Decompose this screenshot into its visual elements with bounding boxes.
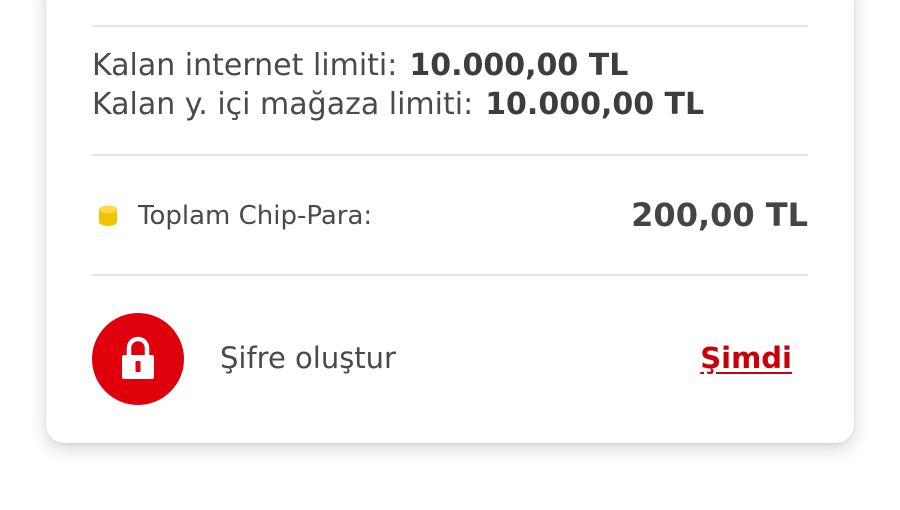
account-summary-card: Kalan internet limiti: 10.000,00 TL Kalan… (46, 0, 854, 443)
chip-para-label: Toplam Chip-Para: (138, 201, 373, 231)
limits-section: Kalan internet limiti: 10.000,00 TL Kalan… (92, 46, 704, 124)
create-password-row[interactable]: Şifre oluştur Şimdi (92, 313, 792, 405)
store-limit-value: 10.000,00 TL (485, 87, 705, 122)
divider-bottom (92, 274, 808, 276)
coins-icon (98, 205, 118, 227)
internet-limit-value: 10.000,00 TL (409, 48, 629, 83)
internet-limit-row: Kalan internet limiti: 10.000,00 TL (92, 46, 704, 85)
create-password-label: Şifre oluştur (220, 341, 396, 375)
store-limit-label: Kalan y. içi mağaza limiti: (92, 87, 474, 122)
create-password-now-link[interactable]: Şimdi (700, 341, 792, 375)
lock-icon (92, 313, 184, 405)
internet-limit-label: Kalan internet limiti: (92, 48, 398, 83)
divider-middle (92, 154, 808, 156)
chip-para-value: 200,00 TL (631, 196, 808, 234)
divider-top (92, 25, 808, 27)
chip-para-row: Toplam Chip-Para: 200,00 TL (92, 194, 808, 238)
store-limit-row: Kalan y. içi mağaza limiti: 10.000,00 TL (92, 85, 704, 124)
